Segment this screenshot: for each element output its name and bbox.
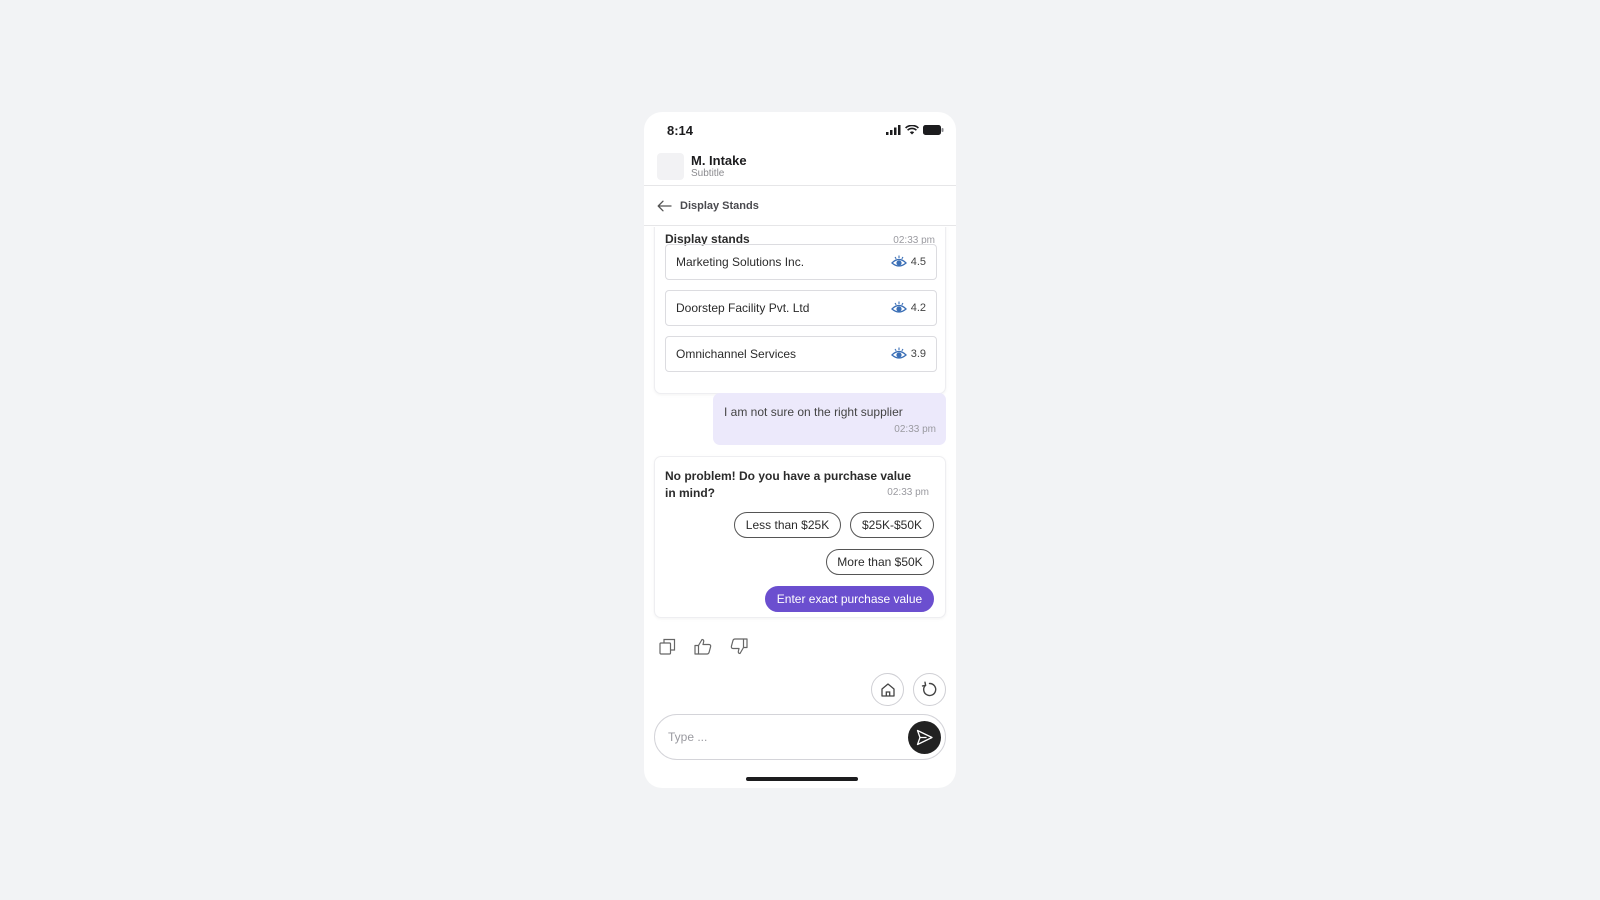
feedback-actions <box>658 637 748 655</box>
header-title: M. Intake <box>691 153 747 168</box>
avatar <box>657 153 684 180</box>
supplier-card: Display stands 02:33 pm Marketing Soluti… <box>654 227 946 394</box>
supplier-rating: 4.5 <box>890 255 926 269</box>
back-arrow-icon[interactable] <box>657 198 673 214</box>
option-chip-25k-50k[interactable]: $25K-$50K <box>850 512 934 538</box>
thumbs-down-icon[interactable] <box>730 637 748 655</box>
header-text: M. Intake Subtitle <box>691 153 747 180</box>
home-button[interactable] <box>871 673 904 706</box>
thumbs-up-icon[interactable] <box>694 637 712 655</box>
send-button[interactable] <box>908 720 941 754</box>
user-message-time: 02:33 pm <box>894 424 936 435</box>
refresh-icon <box>921 681 937 697</box>
signal-icon <box>886 125 901 135</box>
question-text: No problem! Do you have a purchase value… <box>665 469 912 500</box>
rating-value: 4.2 <box>910 302 926 314</box>
nav-bar: Display Stands <box>644 186 956 226</box>
chat-thread[interactable]: Display stands 02:33 pm Marketing Soluti… <box>644 227 956 657</box>
supplier-option[interactable]: Marketing Solutions Inc. 4.5 <box>665 244 937 280</box>
supplier-option[interactable]: Doorstep Facility Pvt. Ltd 4.2 <box>665 290 937 326</box>
supplier-rating: 3.9 <box>890 347 926 361</box>
supplier-name: Marketing Solutions Inc. <box>676 255 805 269</box>
option-chip-more-than-50k[interactable]: More than $50K <box>826 549 934 575</box>
enter-exact-value-button[interactable]: Enter exact purchase value <box>765 586 934 612</box>
status-icons <box>886 125 944 135</box>
supplier-option[interactable]: Omnichannel Services 3.9 <box>665 336 937 372</box>
message-input[interactable] <box>668 730 908 744</box>
send-icon <box>916 729 933 745</box>
supplier-name: Omnichannel Services <box>676 347 797 361</box>
message-composer <box>654 714 946 760</box>
home-icon <box>880 682 895 697</box>
supplier-rating: 4.2 <box>890 301 926 315</box>
app-header: M. Intake Subtitle <box>644 148 956 186</box>
nav-title: Display Stands <box>680 199 759 212</box>
home-indicator <box>746 777 858 781</box>
rating-value: 4.5 <box>910 256 926 268</box>
user-message-bubble: I am not sure on the right supplier 02:3… <box>713 393 946 445</box>
rating-eye-icon <box>890 301 907 313</box>
quick-actions <box>871 673 946 706</box>
status-bar: 8:14 <box>644 112 956 148</box>
user-message-text: I am not sure on the right supplier <box>724 405 903 419</box>
rating-eye-icon <box>890 255 907 267</box>
rating-eye-icon <box>890 347 907 359</box>
supplier-name: Doorstep Facility Pvt. Ltd <box>676 301 810 315</box>
battery-icon <box>923 125 944 135</box>
status-time: 8:14 <box>667 122 694 138</box>
rating-value: 3.9 <box>910 348 926 360</box>
wifi-icon <box>905 125 919 135</box>
header-subtitle: Subtitle <box>691 168 725 179</box>
option-chip-less-than-25k[interactable]: Less than $25K <box>734 512 841 538</box>
copy-icon[interactable] <box>658 637 676 655</box>
question-card: No problem! Do you have a purchase value… <box>654 456 946 618</box>
phone-frame: 8:14 M. Intake Subtitle Display Stands D… <box>644 112 956 788</box>
refresh-button[interactable] <box>913 673 946 706</box>
question-time: 02:33 pm <box>887 487 929 498</box>
